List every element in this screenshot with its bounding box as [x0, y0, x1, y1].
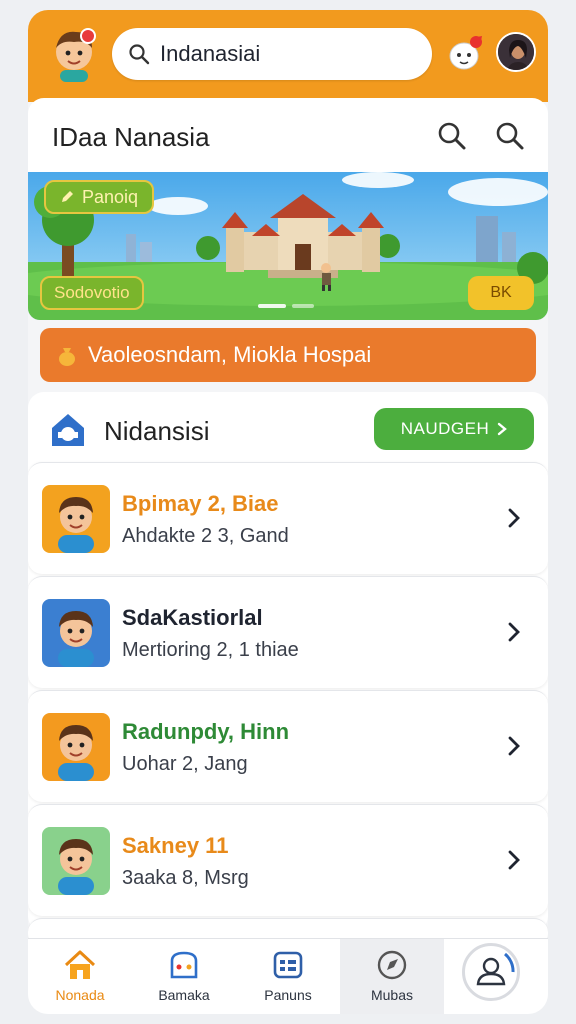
child-avatar-icon [58, 725, 94, 781]
avatar [42, 485, 110, 553]
chevron-right-icon [498, 422, 508, 436]
section-header: Nidansisi NAUDGEH [28, 392, 548, 462]
list-item-title: Sakney 11 [122, 833, 229, 858]
nav-profile-button[interactable] [462, 943, 520, 1001]
kid-avatar-icon[interactable] [48, 26, 100, 82]
list-section: Nidansisi NAUDGEH Bpimay 2, Biae Ahdakte … [28, 392, 548, 948]
avatar [42, 713, 110, 781]
list-item[interactable]: Sakney 11 3aaka 8, Msrg [28, 804, 548, 916]
list-item-title: Bpimay 2, Biae [122, 491, 279, 516]
list-item-title: Radunpdy, Hinn [122, 719, 290, 744]
child-avatar-icon [58, 497, 94, 553]
nav-mubas-label: Mubas [370, 987, 414, 1003]
child-avatar-icon [58, 839, 94, 895]
chevron-right-icon[interactable] [504, 619, 524, 645]
nav-bamaka-label: Bamaka [158, 987, 210, 1003]
person-photo-icon [498, 34, 534, 70]
home-icon [64, 950, 96, 979]
search-icon[interactable] [436, 120, 468, 152]
nav-bamaka[interactable]: Bamaka [132, 939, 236, 1014]
banner-bottom-right-label: BK [490, 284, 512, 301]
search-icon[interactable] [494, 120, 526, 152]
list-item-title: SdaKastiorlal [122, 605, 263, 630]
title-card: IDaa Nanasia [28, 98, 548, 174]
page-title: IDaa Nanasia [52, 122, 210, 152]
avatar [42, 827, 110, 895]
avatar [42, 599, 110, 667]
nav-home[interactable]: Nonada [28, 939, 132, 1014]
list-item-subtitle: Ahdakte 2 3, Gand [122, 525, 289, 547]
pencil-icon [62, 191, 73, 202]
carousel-indicator[interactable] [258, 304, 314, 308]
banner-bottom-left-pill[interactable]: Sodovotio [40, 276, 144, 310]
carousel-dot[interactable] [292, 304, 314, 308]
top-bar [28, 10, 548, 102]
child-avatar-icon [58, 611, 94, 667]
nav-panuns-label: Panuns [264, 987, 312, 1003]
list-item-subtitle: Uohar 2, Jang [122, 753, 248, 775]
chevron-right-icon[interactable] [504, 847, 524, 873]
phone-screen: IDaa Nanasia [28, 10, 548, 1014]
nav-mubas[interactable]: Mubas [340, 939, 444, 1014]
banner-top-pill[interactable]: Panoiq [44, 180, 155, 214]
profile-avatar[interactable] [496, 32, 536, 72]
list-item-subtitle: Mertioring 2, 1 thiae [122, 639, 299, 661]
see-more-button-label: NAUDGEH [400, 419, 490, 438]
promo-banner[interactable]: Panoiq Sodovotio BK [28, 172, 548, 320]
list-item-subtitle: 3aaka 8, Msrg [122, 867, 249, 889]
search-input[interactable] [160, 41, 410, 67]
banner-top-pill-label: Panoiq [82, 186, 139, 207]
list-item[interactable]: SdaKastiorlal Mertioring 2, 1 thiae [28, 576, 548, 688]
calendar-list-icon [273, 951, 303, 979]
notice-banner[interactable]: Vaoleosndam, Miokla Hospai [40, 328, 536, 382]
chat-mascot-icon[interactable] [446, 32, 486, 76]
bag-icon [170, 951, 198, 979]
search-icon [129, 44, 150, 65]
banner-bottom-right-pill[interactable]: BK [468, 276, 534, 310]
nav-home-label: Nonada [55, 987, 105, 1003]
building-icon [52, 414, 84, 446]
money-bag-icon [59, 348, 75, 366]
list-item[interactable]: Bpimay 2, Biae Ahdakte 2 3, Gand [28, 462, 548, 574]
search-bar[interactable] [112, 28, 432, 80]
compass-icon [377, 950, 407, 980]
nav-panuns[interactable]: Panuns [236, 939, 340, 1014]
bottom-nav: Nonada Bamaka Panuns Mubas [28, 938, 548, 1014]
carousel-dot-active[interactable] [258, 304, 286, 308]
user-icon [476, 952, 515, 986]
section-title: Nidansisi [104, 416, 210, 446]
list-item[interactable]: Radunpdy, Hinn Uohar 2, Jang [28, 690, 548, 802]
chevron-right-icon[interactable] [504, 505, 524, 531]
see-more-button[interactable]: NAUDGEH [374, 408, 534, 450]
notice-text: Vaoleosndam, Miokla Hospai [88, 342, 372, 367]
banner-bottom-left-label: Sodovotio [54, 283, 130, 302]
chevron-right-icon[interactable] [504, 733, 524, 759]
